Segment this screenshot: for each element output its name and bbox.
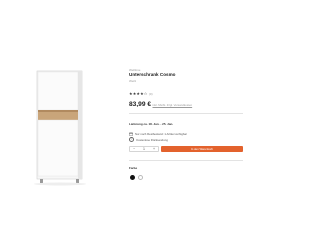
stock-text: Nur noch Restbestand: 1 Artikel verfügba… — [135, 131, 187, 136]
cabinet-illustration — [34, 70, 86, 186]
qty-minus-button[interactable]: − — [130, 146, 138, 152]
product-title: Unterschrank Cosmo — [129, 72, 176, 77]
delivery-estimate: Lieferung ca. 18. Jan. - 25. Jan. — [129, 122, 174, 126]
product-subtitle: Weiß — [129, 79, 136, 83]
product-price: 83,99 € — [129, 101, 151, 108]
stock-info: Nur noch Restbestand: 1 Artikel verfügba… — [129, 131, 187, 136]
qty-plus-button[interactable]: + — [150, 146, 158, 152]
return-text: Kostenlose Rücksendung — [136, 137, 168, 142]
divider — [129, 113, 243, 114]
star-empty-icon: ☆ — [143, 91, 148, 96]
qty-value[interactable]: 1 — [140, 146, 148, 152]
add-to-cart-button[interactable]: In den Warenkorb — [161, 146, 243, 152]
color-label: Farbe — [129, 166, 138, 170]
color-swatch-white[interactable] — [138, 175, 143, 180]
product-image[interactable] — [4, 63, 121, 189]
divider — [129, 160, 243, 161]
store-icon — [129, 131, 133, 136]
price-info-link[interactable]: inkl. MwSt. Zzgl. Versandkosten — [153, 103, 193, 107]
rating-count: (0) — [148, 92, 153, 96]
price-row: 83,99 € inkl. MwSt. Zzgl. Versandkosten — [129, 101, 192, 109]
info-icon: i — [129, 136, 135, 143]
return-info: i Kostenlose Rücksendung — [129, 136, 168, 143]
color-swatch-black[interactable] — [130, 175, 135, 180]
product-rating[interactable]: ★ ★ ★ ★ ☆ (0) — [129, 91, 153, 97]
quantity-stepper[interactable]: − 1 + — [129, 146, 159, 152]
